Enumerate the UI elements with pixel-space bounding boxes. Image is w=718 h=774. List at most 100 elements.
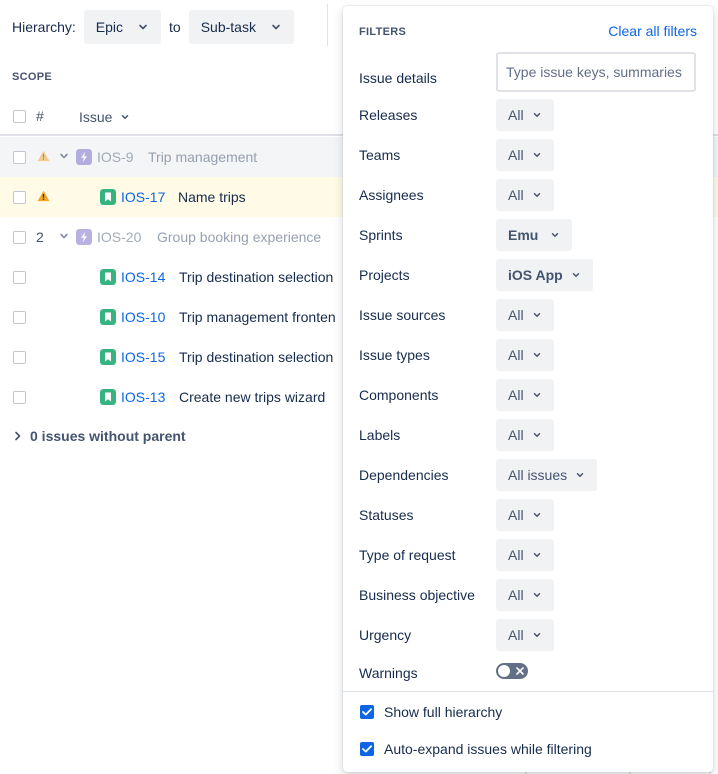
row-checkbox[interactable]	[13, 391, 26, 404]
auto-expand-option[interactable]: Auto-expand issues while filtering	[360, 741, 592, 757]
chevron-down-icon	[533, 433, 540, 437]
filter-label: Labels	[359, 427, 401, 443]
filter-releases: Releases All	[359, 99, 699, 131]
dependencies-select[interactable]: All issues	[496, 459, 598, 491]
show-full-hierarchy-checkbox[interactable]	[360, 705, 374, 719]
chevron-down-icon	[533, 593, 540, 597]
select-value: All	[508, 427, 524, 443]
filter-label: Assignees	[359, 187, 424, 203]
issue-title: Group booking experience	[157, 229, 322, 245]
row-checkbox[interactable]	[13, 191, 26, 204]
sprints-select[interactable]: Emu	[496, 219, 573, 251]
hierarchy-to-label: to	[169, 19, 181, 35]
select-value: All	[508, 627, 524, 643]
filter-business-objective: Business objective All	[359, 579, 699, 611]
select-value: All	[508, 107, 524, 123]
chevron-down-icon	[533, 513, 540, 517]
filter-type-of-request: Type of request All	[359, 539, 699, 571]
filter-label: Issue types	[359, 347, 430, 363]
filter-dependencies: Dependencies All issues	[359, 459, 699, 491]
statuses-select[interactable]: All	[496, 499, 554, 531]
warning-icon	[37, 150, 50, 162]
chevron-down-icon	[533, 393, 540, 397]
filter-label: Statuses	[359, 507, 414, 523]
chevron-down-icon	[533, 553, 540, 557]
toggle-knob	[498, 665, 510, 677]
select-value: Emu	[508, 227, 539, 243]
filter-teams: Teams All	[359, 139, 699, 171]
issue-types-select[interactable]: All	[496, 339, 554, 371]
filter-label: Warnings	[359, 665, 418, 681]
issue-title: Trip management fronten	[179, 309, 336, 325]
select-all-checkbox[interactable]	[13, 110, 26, 123]
issue-title: Create new trips wizard	[179, 389, 326, 405]
epic-icon	[76, 149, 92, 165]
clear-all-filters-link[interactable]: Clear all filters	[608, 23, 697, 39]
type-of-request-select[interactable]: All	[496, 539, 554, 571]
column-header-hash: #	[36, 108, 44, 124]
row-checkbox[interactable]	[13, 151, 26, 164]
filter-warnings: Warnings	[359, 657, 699, 689]
filter-issue-details: Issue details	[359, 52, 699, 94]
filter-label: Components	[359, 387, 439, 403]
row-count: 2	[36, 229, 44, 245]
issues-without-parent-label: 0 issues without parent	[30, 428, 186, 444]
releases-select[interactable]: All	[496, 99, 554, 131]
filter-label: Projects	[359, 267, 410, 283]
chevron-down-icon[interactable]	[59, 151, 69, 161]
issue-key-link[interactable]: IOS-20	[97, 229, 141, 245]
row-checkbox[interactable]	[13, 231, 26, 244]
issue-details-input[interactable]	[496, 52, 696, 92]
teams-select[interactable]: All	[496, 139, 554, 171]
panel-divider	[343, 691, 713, 692]
auto-expand-checkbox[interactable]	[360, 742, 374, 756]
assignees-select[interactable]: All	[496, 179, 554, 211]
filter-statuses: Statuses All	[359, 499, 699, 531]
hierarchy-from-select[interactable]: Epic	[83, 10, 162, 44]
show-full-hierarchy-option[interactable]: Show full hierarchy	[360, 704, 502, 720]
projects-select[interactable]: iOS App	[496, 259, 593, 291]
issues-without-parent-toggle[interactable]: 0 issues without parent	[14, 428, 186, 444]
row-checkbox[interactable]	[13, 311, 26, 324]
checkmark-icon	[362, 745, 372, 753]
issue-key-link[interactable]: IOS-10	[121, 309, 165, 325]
issue-key-link[interactable]: IOS-15	[121, 349, 165, 365]
column-header-issue[interactable]: Issue	[79, 109, 130, 125]
column-header-issue-label: Issue	[79, 109, 113, 125]
hierarchy-from-value: Epic	[95, 19, 124, 35]
labels-select[interactable]: All	[496, 419, 554, 451]
select-value: All	[508, 587, 524, 603]
hierarchy-label: Hierarchy:	[12, 19, 76, 35]
filter-label: Teams	[359, 147, 401, 163]
select-value: All	[508, 347, 524, 363]
chevron-down-icon[interactable]	[59, 231, 69, 241]
show-full-hierarchy-label: Show full hierarchy	[384, 704, 503, 720]
issue-sources-select[interactable]: All	[496, 299, 554, 331]
scope-heading: SCOPE	[12, 71, 53, 83]
warnings-toggle[interactable]	[496, 663, 528, 679]
chevron-down-icon	[533, 633, 540, 637]
components-select[interactable]: All	[496, 379, 554, 411]
issue-key-link[interactable]: IOS-13	[121, 389, 165, 405]
filter-projects: Projects iOS App	[359, 259, 699, 291]
chevron-right-icon	[15, 431, 21, 441]
issue-key-link[interactable]: IOS-14	[121, 269, 165, 285]
filter-urgency: Urgency All	[359, 619, 699, 651]
issue-title: Trip management	[148, 149, 258, 165]
close-icon	[516, 667, 524, 675]
urgency-select[interactable]: All	[496, 619, 554, 651]
select-value: All	[508, 547, 524, 563]
row-checkbox[interactable]	[13, 351, 26, 364]
chevron-down-icon	[533, 153, 540, 157]
toolbar-divider	[327, 4, 328, 46]
chevron-down-icon	[576, 473, 584, 477]
business-objective-select[interactable]: All	[496, 579, 554, 611]
filter-label: Urgency	[359, 627, 412, 643]
issue-key-link[interactable]: IOS-17	[121, 189, 165, 205]
filter-sprints: Sprints Emu	[359, 219, 699, 251]
hierarchy-to-select[interactable]: Sub-task	[188, 10, 294, 44]
issue-key-link[interactable]: IOS-9	[97, 149, 134, 165]
row-checkbox[interactable]	[13, 271, 26, 284]
filter-assignees: Assignees All	[359, 179, 699, 211]
filters-heading: FILTERS	[359, 26, 407, 38]
